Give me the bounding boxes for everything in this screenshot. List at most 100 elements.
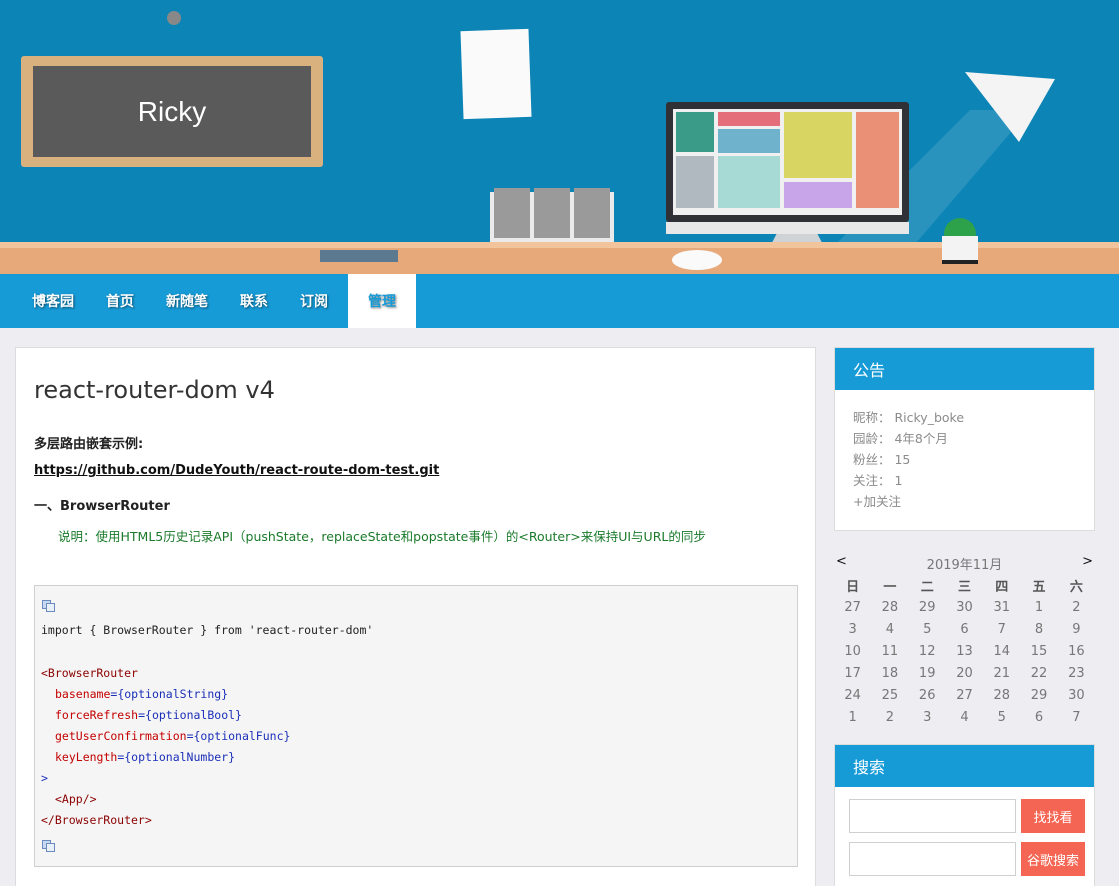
calendar-week: 1 2 3 4 5 6 7 bbox=[834, 706, 1095, 728]
notice-panel: 公告 昵称： Ricky_boke 园龄： 4年8个月 粉丝： 15 关注： 1… bbox=[834, 347, 1095, 531]
code-line: getUserConfirmation={optionalFunc} bbox=[55, 729, 291, 743]
calendar-day: 4 bbox=[960, 709, 969, 725]
calendar-day: 29 bbox=[1030, 687, 1048, 703]
calendar-day: 13 bbox=[956, 643, 973, 659]
calendar-day: 27 bbox=[956, 687, 973, 703]
copy-code-icon[interactable] bbox=[42, 600, 56, 612]
calendar-day: 1 bbox=[848, 709, 857, 725]
calendar-day: 7 bbox=[997, 621, 1006, 637]
nav-item-contact[interactable]: 联系 bbox=[220, 274, 280, 328]
google-search-input[interactable] bbox=[849, 842, 1016, 876]
main-navigation: 博客园 首页 新随笔 联系 订阅 管理 bbox=[0, 274, 1119, 328]
code-line: </BrowserRouter> bbox=[41, 813, 152, 827]
chalkboard: Ricky bbox=[33, 66, 311, 157]
search-input[interactable] bbox=[849, 799, 1016, 833]
calendar-day: 28 bbox=[881, 599, 899, 615]
calendar-day: 5 bbox=[923, 621, 932, 637]
calendar-day: 6 bbox=[960, 621, 969, 637]
calendar-day: 2 bbox=[1072, 599, 1081, 615]
weekday-label: 二 bbox=[920, 579, 934, 595]
calendar-day: 23 bbox=[1068, 665, 1085, 681]
plant-icon bbox=[940, 218, 980, 264]
copy-code-icon[interactable] bbox=[42, 840, 56, 852]
weekday-label: 三 bbox=[957, 579, 971, 595]
nav-item-new-post[interactable]: 新随笔 bbox=[146, 274, 220, 328]
nav-item-cnblogs[interactable]: 博客园 bbox=[20, 274, 86, 328]
profile-nickname: 昵称： Ricky_boke bbox=[853, 410, 965, 425]
code-line: <BrowserRouter bbox=[41, 666, 138, 680]
calendar-day: 22 bbox=[1030, 665, 1048, 681]
post-title[interactable]: react-router-dom v4 bbox=[34, 376, 797, 408]
calendar-day: 28 bbox=[993, 687, 1011, 703]
calendar-grid: 日 一 二 三 四 五 六 27 28 29 30 31 1 2 3456789 10 11 1… bbox=[834, 574, 1095, 728]
google-search-button[interactable]: 谷歌搜索 bbox=[1021, 842, 1085, 876]
calendar-day: 3 bbox=[923, 709, 932, 725]
calendar-title: 2019年11月 bbox=[926, 558, 1003, 573]
calendar-day: 16 bbox=[1068, 643, 1085, 659]
weekday-label: 六 bbox=[1069, 579, 1083, 595]
search-panel: 搜索 找找看 谷歌搜索 bbox=[834, 744, 1095, 886]
code-block: import { BrowserRouter } from 'react-rou… bbox=[34, 585, 798, 867]
code-line: basename={optionalString} bbox=[55, 687, 229, 701]
post-intro: 多层路由嵌套示例: bbox=[34, 437, 144, 452]
paper-note-icon bbox=[460, 28, 532, 120]
calendar-day: 11 bbox=[881, 643, 899, 659]
calendar-day: 19 bbox=[918, 665, 936, 681]
calendar-day: 31 bbox=[993, 599, 1011, 615]
add-follow-link[interactable]: +加关注 bbox=[853, 491, 1094, 512]
code-line: keyLength={optionalNumber} bbox=[55, 750, 236, 764]
nav-item-subscribe[interactable]: 订阅 bbox=[280, 274, 340, 328]
calendar-day: 26 bbox=[918, 687, 936, 703]
monitor-icon bbox=[666, 102, 909, 222]
code-line: import { BrowserRouter } from 'react-rou… bbox=[41, 623, 374, 637]
calendar-day: 8 bbox=[1034, 621, 1044, 637]
calendar-day: 24 bbox=[844, 687, 861, 703]
calendar-week: 27 28 29 30 31 1 2 bbox=[834, 596, 1095, 618]
calendar-day: 30 bbox=[956, 599, 973, 615]
calendar-day: 6 bbox=[1034, 709, 1044, 725]
calendar-day: 15 bbox=[1030, 643, 1048, 659]
profile-age: 园龄： 4年8个月 bbox=[853, 431, 948, 446]
weekday-label: 日 bbox=[846, 579, 860, 595]
header-banner: Ricky bbox=[0, 0, 1119, 274]
calendar-day: 4 bbox=[885, 621, 895, 637]
keyboard-icon bbox=[320, 250, 398, 262]
calendar-day: 21 bbox=[993, 665, 1011, 681]
github-link[interactable]: https://github.com/DudeYouth/react-route… bbox=[34, 463, 439, 478]
calendar-day: 5 bbox=[997, 709, 1006, 725]
search-heading: 搜索 bbox=[835, 745, 1094, 787]
nav-item-home[interactable]: 首页 bbox=[86, 274, 146, 328]
calendar-week: 10 11 12 13 14 15 16 bbox=[834, 640, 1095, 662]
calendar-day: 18 bbox=[881, 665, 899, 681]
calendar-day: 12 bbox=[918, 643, 936, 659]
calendar-day: 29 bbox=[918, 599, 936, 615]
calendar-day: 2 bbox=[885, 709, 895, 725]
calendar-day: 9 bbox=[1072, 621, 1081, 637]
calendar-day: 27 bbox=[844, 599, 861, 615]
blog-title[interactable]: Ricky bbox=[138, 96, 206, 128]
weekday-label: 四 bbox=[995, 579, 1009, 595]
calendar-day: 10 bbox=[844, 643, 861, 659]
post-content: react-router-dom v4 多层路由嵌套示例: https://gi… bbox=[15, 347, 816, 886]
weekday-label: 一 bbox=[883, 579, 897, 595]
calendar-day: 3 bbox=[848, 621, 857, 637]
nail-icon bbox=[167, 11, 181, 25]
section-heading: 一、BrowserRouter bbox=[34, 499, 170, 514]
calendar-week: 17 18 19 20 21 22 23 bbox=[834, 662, 1095, 684]
weekday-label: 五 bbox=[1032, 579, 1046, 595]
nav-item-admin[interactable]: 管理 bbox=[348, 274, 416, 328]
calendar-week: 3 4 5 6 7 8 9 bbox=[834, 618, 1095, 640]
search-button[interactable]: 找找看 bbox=[1021, 799, 1085, 833]
calendar-day: 1 bbox=[1034, 599, 1044, 615]
profile-follow[interactable]: 关注： 1 bbox=[853, 470, 1094, 491]
calendar-next-button[interactable]: > bbox=[1082, 554, 1093, 569]
monitor-base bbox=[666, 222, 909, 234]
calendar-day: 17 bbox=[844, 665, 861, 681]
code-line: > bbox=[41, 771, 48, 785]
mouse-icon bbox=[672, 250, 722, 270]
calendar: < 2019年11月 > 日 一 二 三 四 五 六 27 28 29 30 31 1 2 … bbox=[834, 552, 1095, 728]
profile-fans[interactable]: 粉丝： 15 bbox=[853, 449, 1094, 470]
calendar-day: 30 bbox=[1068, 687, 1085, 703]
notice-heading: 公告 bbox=[835, 348, 1094, 390]
calendar-day: 14 bbox=[993, 643, 1011, 659]
